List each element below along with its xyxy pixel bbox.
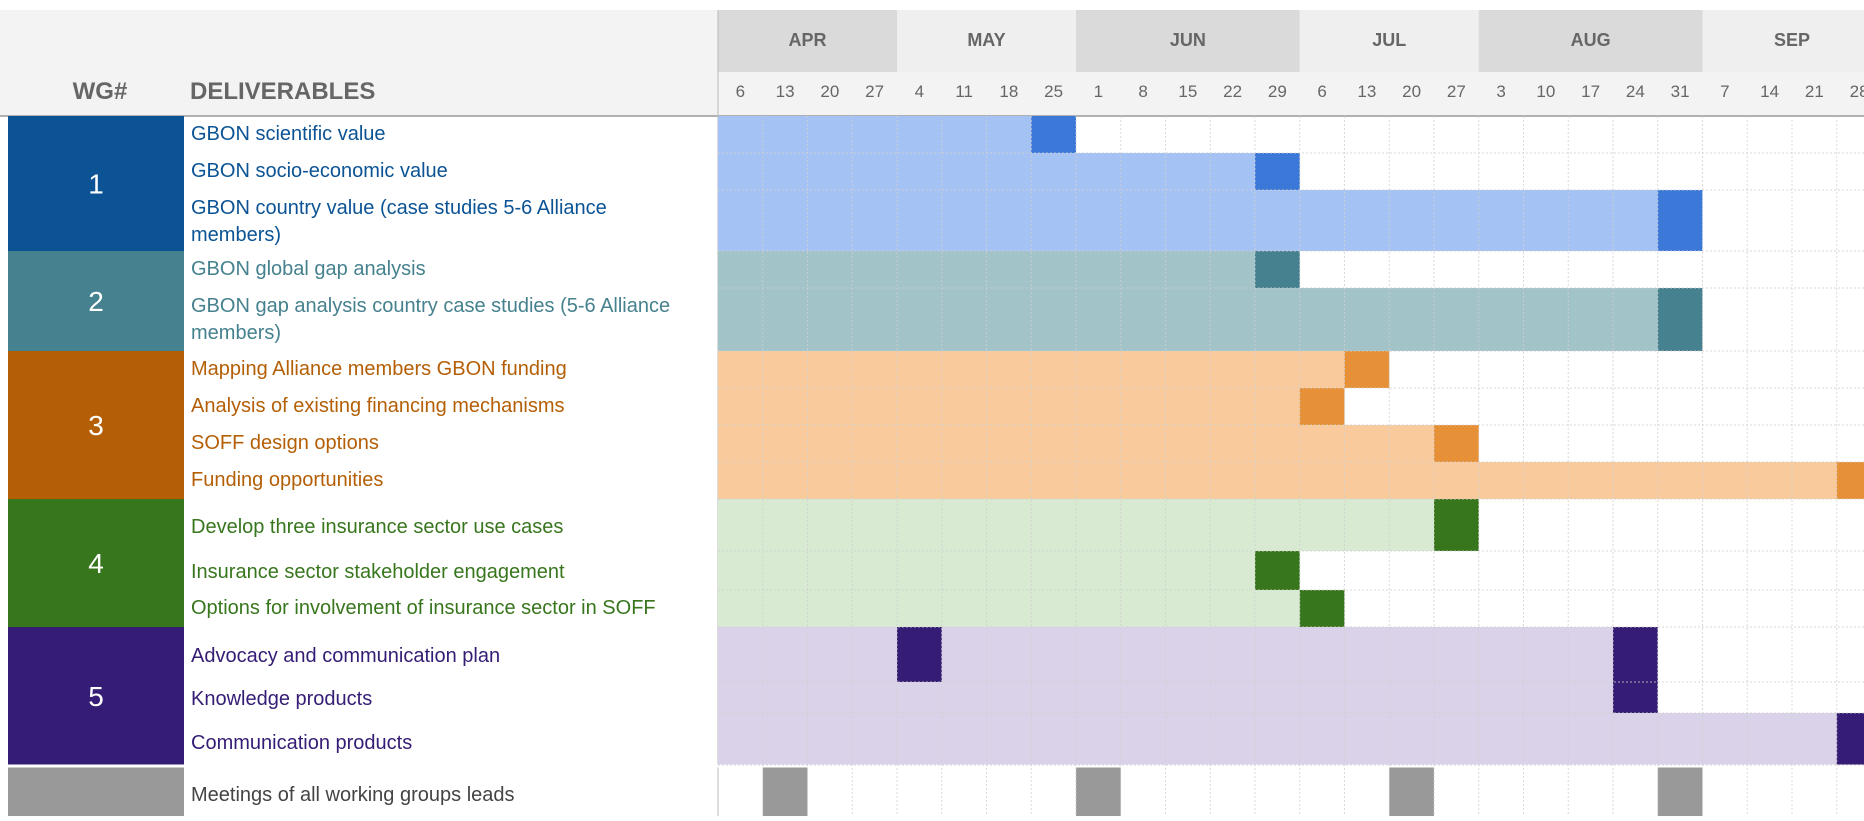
- week-label: 17: [1581, 82, 1600, 101]
- week-label: 6: [1317, 82, 1326, 101]
- deliverable-label: SOFF design options: [191, 432, 379, 454]
- wg-number-1: 1: [88, 169, 104, 200]
- week-label: 22: [1223, 82, 1242, 101]
- milestone-marker: [1255, 551, 1300, 590]
- deliverable-label: Analysis of existing financing mechanism…: [191, 395, 565, 417]
- deliverable-bar: [718, 425, 1479, 462]
- deliverable-label: GBON gap analysis country case studies (…: [191, 295, 670, 344]
- week-label: 4: [915, 82, 924, 101]
- header-top-margin: [0, 0, 1864, 10]
- deliverable-label: Develop three insurance sector use cases: [191, 516, 563, 538]
- month-label-may: MAY: [967, 30, 1005, 50]
- gantt-svg: APRMAYJUNJULAUGSEPWG#DELIVERABLES6132027…: [0, 0, 1864, 816]
- milestone-marker: [1613, 682, 1658, 713]
- deliverable-label: GBON socio-economic value: [191, 160, 448, 182]
- week-label: 20: [820, 82, 839, 101]
- meeting-marker: [1658, 767, 1703, 816]
- milestone-marker: [1300, 590, 1345, 627]
- month-label-jun: JUN: [1170, 30, 1206, 50]
- month-label-sep: SEP: [1774, 30, 1810, 50]
- week-label: 1: [1094, 82, 1103, 101]
- milestone-marker: [1658, 288, 1703, 351]
- meeting-marker: [1076, 767, 1121, 816]
- milestone-marker: [1031, 116, 1076, 153]
- week-label: 31: [1671, 82, 1690, 101]
- milestone-marker: [1434, 499, 1479, 551]
- deliverable-label: GBON country value (case studies 5-6 All…: [191, 197, 607, 246]
- meetings-badge: [8, 767, 184, 816]
- deliverable-bar: [718, 351, 1389, 388]
- week-label: 10: [1536, 82, 1555, 101]
- week-label: 20: [1402, 82, 1421, 101]
- deliverable-label: GBON global gap analysis: [191, 258, 426, 280]
- milestone-marker: [1837, 713, 1864, 765]
- milestone-marker: [1255, 251, 1300, 288]
- week-label: 24: [1626, 82, 1645, 101]
- week-label: 28: [1850, 82, 1864, 101]
- wg-number-3: 3: [88, 410, 104, 441]
- week-label: 7: [1720, 82, 1729, 101]
- milestone-marker: [1255, 153, 1300, 190]
- week-label: 15: [1178, 82, 1197, 101]
- week-label: 21: [1805, 82, 1824, 101]
- wg-number-2: 2: [88, 286, 104, 317]
- meeting-marker: [763, 767, 808, 816]
- deliverable-bar: [718, 551, 1300, 590]
- gantt-chart: APRMAYJUNJULAUGSEPWG#DELIVERABLES6132027…: [0, 0, 1864, 816]
- week-label: 29: [1268, 82, 1287, 101]
- header-deliverables: DELIVERABLES: [190, 78, 375, 105]
- week-label: 6: [736, 82, 745, 101]
- deliverable-label: Funding opportunities: [191, 469, 383, 491]
- week-label: 3: [1496, 82, 1505, 101]
- wg-number-4: 4: [88, 548, 104, 579]
- week-label: 11: [955, 82, 973, 101]
- week-label: 27: [865, 82, 884, 101]
- wg-number-5: 5: [88, 681, 104, 712]
- milestone-marker: [1434, 425, 1479, 462]
- milestone-marker: [1300, 388, 1345, 425]
- week-label: 14: [1760, 82, 1779, 101]
- deliverable-bar: [718, 499, 1479, 551]
- deliverable-label: Insurance sector stakeholder engagement: [191, 561, 565, 583]
- deliverable-bar: [718, 713, 1864, 765]
- week-label: 27: [1447, 82, 1466, 101]
- milestone-marker: [1345, 351, 1390, 388]
- deliverable-bar: [718, 627, 1658, 682]
- meeting-marker: [1389, 767, 1434, 816]
- week-label: 25: [1044, 82, 1063, 101]
- meetings-label: Meetings of all working groups leads: [191, 784, 515, 806]
- week-label: 8: [1138, 82, 1147, 101]
- deliverable-label: Options for involvement of insurance sec…: [191, 597, 656, 619]
- week-label: 13: [1357, 82, 1376, 101]
- milestone-marker: [1837, 462, 1864, 499]
- deliverable-label: Mapping Alliance members GBON funding: [191, 358, 567, 380]
- week-label: 18: [999, 82, 1018, 101]
- deliverable-bar: [718, 251, 1300, 288]
- month-label-jul: JUL: [1372, 30, 1406, 50]
- month-label-apr: APR: [788, 30, 826, 50]
- deliverable-label: Communication products: [191, 732, 412, 754]
- deliverable-bar: [718, 462, 1864, 499]
- deliverable-bar: [718, 682, 1658, 713]
- header-wg: WG#: [73, 78, 128, 105]
- milestone-marker: [897, 627, 942, 682]
- deliverable-label: Advocacy and communication plan: [191, 645, 500, 667]
- month-label-aug: AUG: [1571, 30, 1611, 50]
- milestone-marker: [1658, 190, 1703, 251]
- deliverable-bar: [718, 153, 1300, 190]
- week-label: 13: [776, 82, 795, 101]
- deliverable-label: GBON scientific value: [191, 123, 386, 145]
- milestone-marker: [1613, 627, 1658, 682]
- deliverable-label: Knowledge products: [191, 688, 372, 710]
